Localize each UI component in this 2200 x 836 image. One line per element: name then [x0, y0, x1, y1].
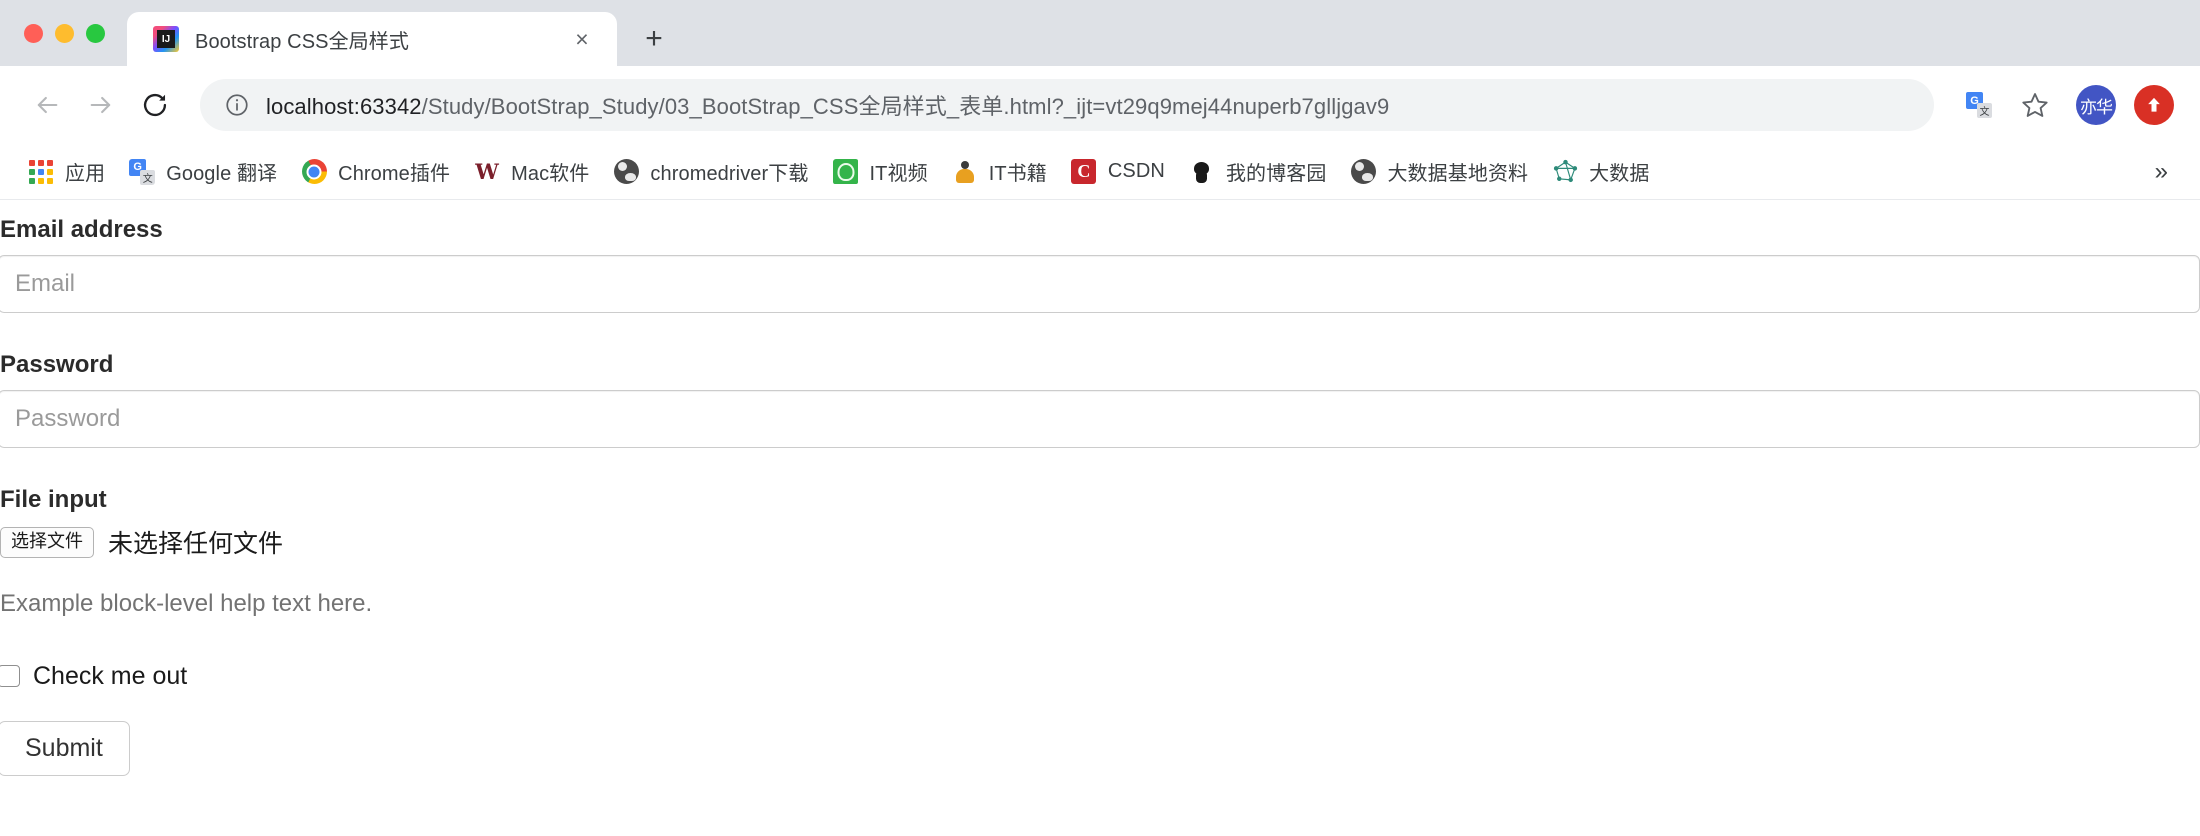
- bookmark-apps[interactable]: 应用: [16, 152, 117, 192]
- checkbox-form-group[interactable]: Check me out: [0, 662, 2200, 691]
- w-letter-icon: W: [475, 159, 499, 184]
- bookmark-label: IT书籍: [988, 163, 1047, 185]
- bookmark-label: IT视频: [869, 163, 928, 185]
- csdn-letter-c-icon: C: [1071, 159, 1097, 185]
- globe-icon: [613, 159, 639, 185]
- bookmark-label: 大数据: [1589, 163, 1650, 185]
- bookmark-mac-software[interactable]: W Mac软件: [462, 152, 601, 192]
- bookmark-chrome-plugins[interactable]: Chrome插件: [289, 152, 462, 192]
- tab-title: Bootstrap CSS全局样式: [195, 30, 409, 53]
- submit-button[interactable]: Submit: [0, 720, 130, 776]
- address-bar-url: localhost:63342/Study/BootStrap_Study/03…: [266, 89, 1912, 121]
- file-form-group: File input 选择文件 未选择任何文件 Example block-le…: [0, 470, 2200, 620]
- forward-button[interactable]: [74, 78, 128, 132]
- password-label: Password: [0, 350, 114, 378]
- bookmark-bigdata[interactable]: 大数据: [1540, 152, 1661, 192]
- file-selection-status: 未选择任何文件: [108, 530, 284, 559]
- window-traffic-lights: [0, 0, 123, 66]
- bookmark-my-cnblogs[interactable]: 我的博客园: [1177, 152, 1339, 192]
- zoom-window-button[interactable]: [86, 23, 105, 43]
- green-square-icon: [833, 159, 859, 185]
- browser-tab-active[interactable]: Bootstrap CSS全局样式 ×: [127, 12, 617, 66]
- email-label: Email address: [0, 216, 163, 243]
- check-me-out-checkbox[interactable]: [0, 665, 20, 688]
- address-bar[interactable]: localhost:63342/Study/BootStrap_Study/03…: [200, 79, 1934, 131]
- bookmark-label: 应用: [65, 163, 106, 185]
- bookmarks-bar: 应用 G文 Google 翻译 Chrome插件 W Mac软件 chromed…: [0, 144, 2200, 200]
- bootstrap-form: Email address Password File input 选择文件 未…: [0, 200, 2200, 776]
- translate-page-button[interactable]: G文: [1954, 80, 2004, 130]
- profile-avatar[interactable]: 亦华: [2076, 85, 2116, 125]
- apps-grid-icon: [28, 159, 54, 185]
- password-input[interactable]: [0, 389, 2200, 448]
- bookmark-label: Chrome插件: [338, 163, 451, 185]
- browser-window: Bootstrap CSS全局样式 × +: [0, 0, 2200, 836]
- google-translate-icon: G文: [1966, 92, 1992, 118]
- intellij-idea-favicon-icon: [153, 26, 179, 52]
- person-icon: [952, 159, 978, 185]
- bookmark-it-books[interactable]: IT书籍: [940, 152, 1059, 192]
- bookmark-csdn[interactable]: C CSDN: [1059, 152, 1177, 192]
- choose-file-button[interactable]: 选择文件: [0, 527, 94, 558]
- browser-toolbar: localhost:63342/Study/BootStrap_Study/03…: [0, 66, 2200, 144]
- bookmark-label: 我的博客园: [1225, 163, 1327, 185]
- bookmark-label: 大数据基地资料: [1387, 163, 1529, 185]
- bookmark-page-button[interactable]: [2010, 80, 2060, 130]
- close-tab-icon[interactable]: ×: [565, 22, 599, 56]
- close-window-button[interactable]: [24, 23, 43, 43]
- bookmark-google-translate[interactable]: G文 Google 翻译: [117, 152, 289, 192]
- bookmarks-overflow-button[interactable]: »: [2141, 152, 2182, 192]
- email-form-group: Email address: [0, 200, 2200, 313]
- url-host: localhost:63342: [266, 94, 422, 119]
- star-icon: [2022, 93, 2048, 117]
- update-available-button[interactable]: [2134, 85, 2174, 125]
- black-cat-icon: [1189, 159, 1215, 185]
- tab-strip: Bootstrap CSS全局样式 × +: [0, 0, 2200, 66]
- bookmark-label: chromedriver下载: [650, 163, 809, 185]
- email-input[interactable]: [0, 254, 2200, 313]
- chrome-logo-icon: [301, 159, 327, 185]
- file-input-label: File input: [0, 485, 107, 513]
- minimize-window-button[interactable]: [55, 23, 74, 43]
- bookmark-label: Mac软件: [511, 163, 590, 185]
- file-help-text: Example block-level help text here.: [0, 590, 373, 618]
- network-graph-icon: [1552, 159, 1578, 185]
- bookmark-chromedriver-download[interactable]: chromedriver下载: [601, 152, 820, 192]
- site-information-icon[interactable]: [224, 92, 250, 118]
- check-me-out-label[interactable]: Check me out: [33, 662, 187, 691]
- bookmark-label: Google 翻译: [166, 163, 278, 185]
- update-arrow-icon: [2148, 97, 2160, 112]
- bookmark-it-video[interactable]: IT视频: [821, 152, 940, 192]
- password-form-group: Password: [0, 335, 2200, 448]
- file-input-row[interactable]: 选择文件 未选择任何文件: [0, 524, 2200, 560]
- bookmark-label: CSDN: [1107, 160, 1165, 182]
- url-path: /Study/BootStrap_Study/03_BootStrap_CSS全…: [421, 94, 1390, 119]
- back-arrow-icon: [37, 96, 58, 114]
- forward-arrow-icon: [90, 96, 111, 114]
- page-viewport: Email address Password File input 选择文件 未…: [0, 200, 2200, 836]
- back-button[interactable]: [20, 78, 74, 132]
- bookmark-bigdata-base-materials[interactable]: 大数据基地资料: [1338, 152, 1540, 192]
- google-translate-icon: G文: [129, 158, 156, 185]
- reload-button[interactable]: [128, 78, 182, 132]
- globe-icon: [1350, 159, 1376, 185]
- new-tab-button[interactable]: +: [631, 16, 677, 62]
- reload-icon: [143, 93, 167, 117]
